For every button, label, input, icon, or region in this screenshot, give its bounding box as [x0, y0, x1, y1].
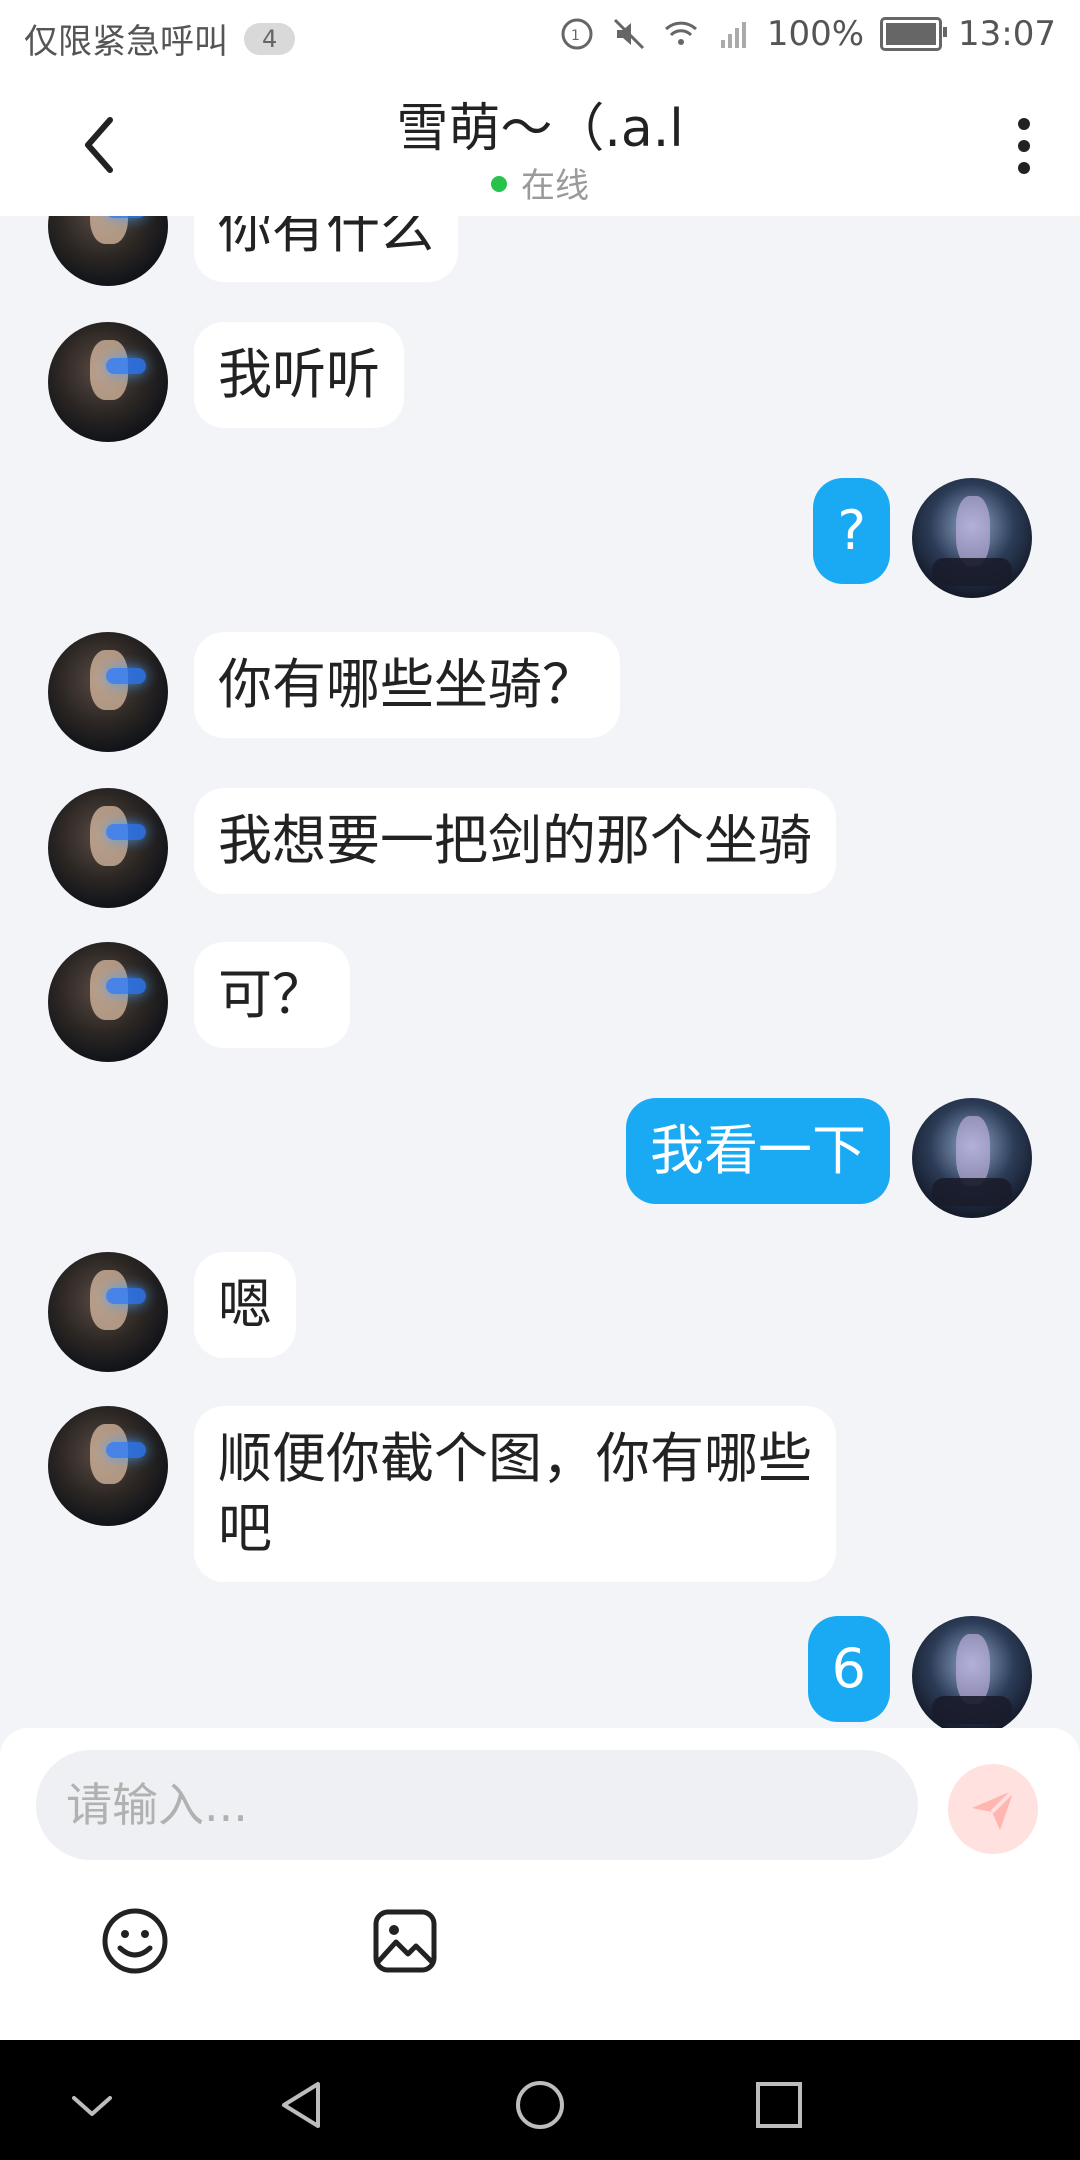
message-line: 顺便你截个图，你有哪些 — [218, 1427, 812, 1490]
contact-avatar[interactable] — [48, 788, 168, 908]
my-avatar[interactable] — [912, 1616, 1032, 1728]
message-bubble-outgoing: 我看一下 — [626, 1098, 890, 1204]
nav-home-button[interactable] — [510, 2080, 570, 2130]
contact-avatar[interactable] — [48, 1406, 168, 1526]
online-status: 在线 — [0, 158, 1080, 207]
message-list[interactable]: 你有什么 我听听 ? 你有哪些坐骑？ 我想要一把剑的那个坐骑 可？ 我看一下 嗯… — [0, 216, 1080, 1728]
mute-icon — [613, 18, 644, 50]
my-avatar[interactable] — [912, 1098, 1032, 1218]
message-bubble-outgoing: ? — [813, 478, 890, 584]
chat-header: 雪萌～（.a.l 在线 — [0, 72, 1080, 216]
message-bubble-incoming: 你有哪些坐骑？ — [194, 632, 620, 738]
message-line: 吧 — [218, 1497, 272, 1560]
message-bubble-outgoing: 6 — [807, 1616, 890, 1722]
online-status-text: 在线 — [521, 166, 589, 206]
chat-title: 雪萌～（.a.l — [396, 99, 684, 159]
send-button[interactable] — [948, 1764, 1038, 1854]
message-bubble-incoming: 嗯 — [194, 1252, 296, 1358]
send-icon — [972, 1788, 1016, 1830]
message-bubble-incoming: 顺便你截个图，你有哪些 吧 — [194, 1406, 836, 1582]
clock: 13:07 — [958, 14, 1056, 54]
system-nav-bar — [0, 2040, 1080, 2160]
contact-avatar[interactable] — [48, 216, 168, 286]
message-bubble-incoming: 我想要一把剑的那个坐骑 — [194, 788, 836, 894]
message-input[interactable] — [36, 1750, 918, 1860]
svg-text:1: 1 — [571, 28, 580, 44]
notification-count-badge: 4 — [244, 22, 296, 55]
collapse-nav-button[interactable] — [62, 2080, 122, 2130]
image-button[interactable] — [370, 1906, 440, 1976]
message-bubble-incoming: 可？ — [194, 942, 350, 1048]
online-dot-icon — [491, 175, 507, 192]
nav-back-button[interactable] — [272, 2080, 332, 2130]
my-avatar[interactable] — [912, 478, 1032, 598]
status-bar: 仅限紧急呼叫 4 1 100% 13:07 — [0, 0, 1080, 72]
contact-avatar[interactable] — [48, 942, 168, 1062]
data-saver-icon: 1 — [561, 18, 593, 50]
contact-avatar[interactable] — [48, 632, 168, 752]
battery-icon — [880, 17, 948, 51]
emoji-button[interactable] — [100, 1906, 170, 1976]
contact-avatar[interactable] — [48, 1252, 168, 1372]
carrier-text: 仅限紧急呼叫 — [24, 22, 228, 62]
composer-panel — [0, 1728, 1080, 2040]
status-left: 仅限紧急呼叫 4 — [24, 14, 296, 63]
signal-icon — [720, 22, 746, 48]
status-right: 1 100% 13:07 — [559, 14, 1056, 54]
contact-avatar[interactable] — [48, 322, 168, 442]
message-bubble-incoming: 我听听 — [194, 322, 404, 428]
nav-recents-button[interactable] — [748, 2080, 808, 2130]
message-bubble-incoming: 你有什么 — [194, 216, 458, 282]
wifi-icon — [664, 21, 697, 45]
battery-percent: 100% — [766, 14, 865, 54]
more-options-button[interactable] — [1014, 112, 1034, 182]
